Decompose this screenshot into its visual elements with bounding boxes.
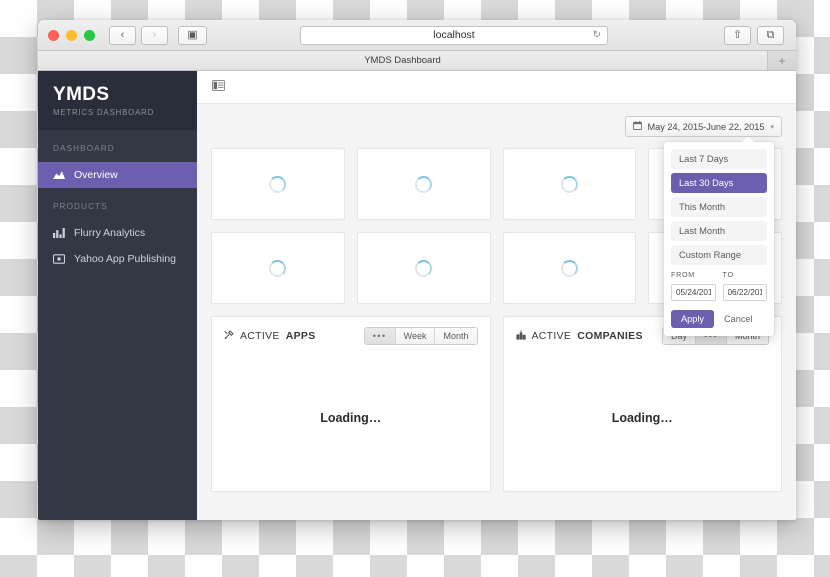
bottom-panels: ACTIVE APPS ••• Week Month Loading… ACTI… <box>211 316 782 492</box>
minimize-window-button[interactable] <box>66 29 77 41</box>
panel-title-thin: ACTIVE <box>240 330 280 342</box>
tab-ymds-dashboard[interactable]: YMDS Dashboard <box>38 51 768 70</box>
panel-title: ACTIVE COMPANIES <box>515 330 643 342</box>
app-icon <box>53 254 66 264</box>
back-button[interactable]: ‹ <box>109 25 136 45</box>
apps-interval-month[interactable]: Month <box>435 328 477 344</box>
calendar-icon <box>632 121 642 132</box>
share-icon[interactable]: ⇧ <box>724 25 751 45</box>
sidebar: YMDS METRICS DASHBOARD DASHBOARD Overvie… <box>38 71 197 520</box>
panel-header: ACTIVE APPS ••• Week Month <box>212 317 490 345</box>
dropdown-option-custom-range[interactable]: Custom Range <box>671 245 767 265</box>
loading-spinner-icon <box>415 175 433 193</box>
chevron-down-icon: ▾ <box>770 123 774 131</box>
browser-toolbar: ‹ › ▣ localhost ↻ ⇧ ⧉ <box>38 20 796 51</box>
apps-interval-more[interactable]: ••• <box>364 328 396 344</box>
chart-area-icon <box>53 170 66 180</box>
panel-active-apps: ACTIVE APPS ••• Week Month Loading… <box>211 316 491 492</box>
sidebar-item-label: Yahoo App Publishing <box>74 252 176 265</box>
main-header <box>197 71 796 104</box>
loading-spinner-icon <box>560 259 578 277</box>
panel-body: Loading… <box>212 345 490 491</box>
panel-body: Loading… <box>504 345 782 491</box>
app-container: YMDS METRICS DASHBOARD DASHBOARD Overvie… <box>38 71 796 520</box>
metric-card[interactable] <box>356 232 491 304</box>
metric-card[interactable] <box>502 232 637 304</box>
forward-button[interactable]: › <box>141 25 168 45</box>
sidebar-section-dashboard-label: DASHBOARD <box>53 143 115 153</box>
main-area: May 24, 2015-June 22, 2015 ▾ Last 7 Days… <box>197 71 796 520</box>
address-bar[interactable]: localhost ↻ <box>300 25 608 45</box>
date-control-row: May 24, 2015-June 22, 2015 ▾ Last 7 Days… <box>211 116 782 336</box>
tab-label: YMDS Dashboard <box>364 55 441 66</box>
maximize-window-button[interactable] <box>84 29 95 41</box>
metric-card[interactable] <box>356 148 491 220</box>
close-window-button[interactable] <box>48 29 59 41</box>
metric-card[interactable] <box>502 148 637 220</box>
tools-icon <box>224 330 234 342</box>
reload-icon[interactable]: ↻ <box>593 30 601 41</box>
metric-card[interactable] <box>211 148 345 220</box>
transparency-backdrop: ‹ › ▣ localhost ↻ ⇧ ⧉ YMDS Dashboard + Y… <box>0 0 830 577</box>
tab-bar: YMDS Dashboard + <box>38 51 796 71</box>
loading-spinner-icon <box>560 175 578 193</box>
panel-active-companies: ACTIVE COMPANIES Day ••• Month Loading… <box>502 316 782 492</box>
bar-chart-icon <box>53 227 66 238</box>
brand-title: YMDS <box>53 84 110 105</box>
date-range-button[interactable]: May 24, 2015-June 22, 2015 ▾ <box>624 116 782 137</box>
apps-interval-week[interactable]: Week <box>395 328 436 344</box>
dropdown-actions: Apply Cancel <box>671 310 767 328</box>
loading-spinner-icon <box>269 175 287 193</box>
custom-range-fields: FROM TO <box>671 270 767 301</box>
apps-interval-toggle: ••• Week Month <box>363 327 478 345</box>
loading-text: Loading… <box>611 411 673 425</box>
dashboard-content: May 24, 2015-June 22, 2015 ▾ Last 7 Days… <box>197 104 796 520</box>
list-icon[interactable] <box>212 78 225 96</box>
panel-title-bold: APPS <box>285 330 316 342</box>
tabs-overview-icon[interactable]: ⧉ <box>757 25 784 45</box>
address-bar-wrapper: localhost ↻ <box>300 25 608 45</box>
window-controls <box>48 29 95 41</box>
panel-title-thin: ACTIVE <box>531 330 572 342</box>
date-range-dropdown: Last 7 Days Last 30 Days This Month Last… <box>664 137 774 336</box>
building-icon <box>515 330 526 342</box>
to-date-input[interactable] <box>722 284 767 301</box>
sidebar-item-flurry-analytics[interactable]: Flurry Analytics <box>38 220 197 246</box>
sidebar-toggle-icon[interactable]: ▣ <box>178 25 207 45</box>
sidebar-section-products-label: PRODUCTS <box>53 201 108 211</box>
brand-subtitle: METRICS DASHBOARD <box>53 107 155 117</box>
dropdown-option-last-month[interactable]: Last Month <box>671 221 767 241</box>
dropdown-option-last-7-days[interactable]: Last 7 Days <box>671 149 767 169</box>
from-field-group: FROM <box>671 270 716 301</box>
from-label: FROM <box>671 270 695 279</box>
date-range-label: May 24, 2015-June 22, 2015 <box>647 121 765 132</box>
panel-title: ACTIVE APPS <box>224 330 316 342</box>
apply-button[interactable]: Apply <box>671 310 714 328</box>
to-field-group: TO <box>722 270 767 301</box>
to-label: TO <box>722 270 734 279</box>
cancel-button[interactable]: Cancel <box>724 314 753 324</box>
sidebar-item-label: Flurry Analytics <box>74 226 146 239</box>
new-tab-button[interactable]: + <box>768 51 796 70</box>
panel-title-bold: COMPANIES <box>577 330 643 342</box>
from-date-input[interactable] <box>671 284 716 301</box>
sidebar-item-label: Overview <box>74 168 118 181</box>
sidebar-item-overview[interactable]: Overview <box>38 161 197 188</box>
sidebar-brand: YMDS METRICS DASHBOARD <box>38 71 197 130</box>
url-text: localhost <box>433 29 475 41</box>
dropdown-option-last-30-days[interactable]: Last 30 Days <box>671 173 767 193</box>
sidebar-item-yahoo-app-publishing[interactable]: Yahoo App Publishing <box>38 246 197 272</box>
navigation-buttons: ‹ › <box>109 25 168 45</box>
browser-window: ‹ › ▣ localhost ↻ ⇧ ⧉ YMDS Dashboard + Y… <box>38 20 796 520</box>
loading-text: Loading… <box>320 411 382 425</box>
dropdown-option-this-month[interactable]: This Month <box>671 197 767 217</box>
loading-spinner-icon <box>269 259 287 277</box>
toolbar-right-buttons: ⇧ ⧉ <box>724 25 784 45</box>
loading-spinner-icon <box>415 259 433 277</box>
metric-card[interactable] <box>211 232 345 304</box>
